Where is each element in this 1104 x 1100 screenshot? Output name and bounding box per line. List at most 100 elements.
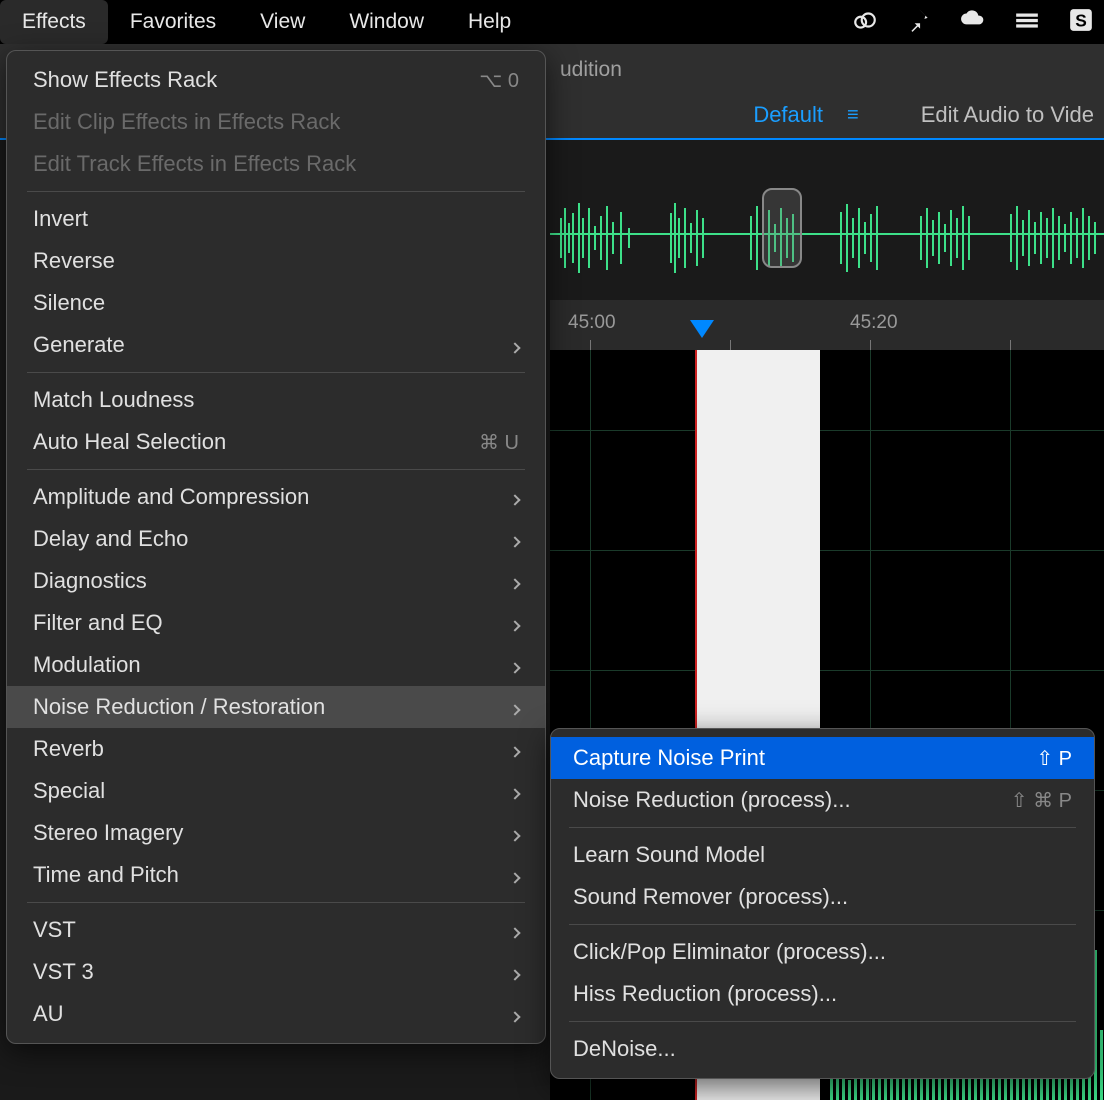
app-title: udition: [560, 58, 622, 82]
menu-effects[interactable]: Effects: [0, 0, 108, 44]
submenu-item-capture-noise-print[interactable]: Capture Noise Print ⇧ P: [551, 737, 1094, 779]
menu-item-label: Silence: [33, 290, 105, 316]
workspace-menu-icon[interactable]: ≡: [847, 110, 857, 120]
chevron-right-icon: [511, 610, 519, 636]
menubar: Effects Favorites View Window Help S: [0, 0, 1104, 44]
menu-item-label: Edit Track Effects in Effects Rack: [33, 151, 356, 177]
menu-item-diagnostics[interactable]: Diagnostics: [7, 560, 545, 602]
menu-item-label: Modulation: [33, 652, 141, 678]
menu-item-label: AU: [33, 1001, 64, 1027]
submenu-item-label: Capture Noise Print: [573, 745, 765, 771]
pin-icon[interactable]: [906, 7, 932, 38]
menu-item-special[interactable]: Special: [7, 770, 545, 812]
menu-item-label: Auto Heal Selection: [33, 429, 226, 455]
submenu-item-hiss-reduction-process-[interactable]: Hiss Reduction (process)...: [551, 973, 1094, 1015]
noise-reduction-submenu: Capture Noise Print ⇧ P Noise Reduction (p…: [550, 728, 1095, 1079]
ruler-label-0: 45:00: [568, 312, 616, 334]
creative-cloud-icon[interactable]: [852, 7, 878, 38]
menu-item-vst-3[interactable]: VST 3: [7, 951, 545, 993]
submenu-item-sound-remover-process-[interactable]: Sound Remover (process)...: [551, 876, 1094, 918]
menu-shortcut: ⌘ U: [479, 430, 519, 455]
chevron-right-icon: [511, 694, 519, 720]
menu-item-label: Delay and Echo: [33, 526, 188, 552]
chevron-right-icon: [511, 917, 519, 943]
menu-item-generate[interactable]: Generate: [7, 324, 545, 366]
chevron-right-icon: [511, 778, 519, 804]
menu-item-stereo-imagery[interactable]: Stereo Imagery: [7, 812, 545, 854]
menu-item-label: VST: [33, 917, 76, 943]
ruler-label-1: 45:20: [850, 312, 898, 334]
effects-dropdown: Show Effects Rack ⌥ 0 Edit Clip Effects in…: [6, 50, 546, 1044]
menu-item-filter-and-eq[interactable]: Filter and EQ: [7, 602, 545, 644]
menu-item-silence[interactable]: Silence: [7, 282, 545, 324]
menu-item-invert[interactable]: Invert: [7, 198, 545, 240]
menubar-tray-icons: S: [852, 7, 1104, 38]
menu-item-label: Noise Reduction / Restoration: [33, 694, 325, 720]
chevron-right-icon: [511, 332, 519, 358]
menu-item-modulation[interactable]: Modulation: [7, 644, 545, 686]
submenu-item-noise-reduction-process-[interactable]: Noise Reduction (process)... ⇧ ⌘ P: [551, 779, 1094, 821]
svg-text:S: S: [1075, 10, 1087, 30]
menu-item-reverse[interactable]: Reverse: [7, 240, 545, 282]
menu-item-amplitude-and-compression[interactable]: Amplitude and Compression: [7, 476, 545, 518]
chevron-right-icon: [511, 862, 519, 888]
menu-item-delay-and-echo[interactable]: Delay and Echo: [7, 518, 545, 560]
menu-item-edit-track-effects-in-effects-rack: Edit Track Effects in Effects Rack: [7, 143, 545, 185]
playhead-marker[interactable]: [690, 320, 714, 338]
chevron-right-icon: [511, 652, 519, 678]
submenu-item-label: Learn Sound Model: [573, 842, 765, 868]
menu-item-label: Show Effects Rack: [33, 67, 217, 93]
menu-item-label: Generate: [33, 332, 125, 358]
submenu-item-label: Sound Remover (process)...: [573, 884, 848, 910]
menu-item-noise-reduction-restoration[interactable]: Noise Reduction / Restoration: [7, 686, 545, 728]
submenu-item-label: DeNoise...: [573, 1036, 676, 1062]
menu-shortcut: ⌥ 0: [479, 68, 519, 93]
submenu-item-label: Noise Reduction (process)...: [573, 787, 851, 813]
menu-item-time-and-pitch[interactable]: Time and Pitch: [7, 854, 545, 896]
menu-item-label: Reverb: [33, 736, 104, 762]
menu-item-edit-clip-effects-in-effects-rack: Edit Clip Effects in Effects Rack: [7, 101, 545, 143]
menu-item-au[interactable]: AU: [7, 993, 545, 1035]
workspace-default-label[interactable]: Default: [753, 102, 823, 128]
menu-item-vst[interactable]: VST: [7, 909, 545, 951]
submenu-item-learn-sound-model[interactable]: Learn Sound Model: [551, 834, 1094, 876]
striped-icon[interactable]: [1014, 7, 1040, 38]
timeline-ruler[interactable]: 45:00 45:20: [550, 300, 1104, 350]
preview-playhead-region[interactable]: [762, 188, 802, 268]
menu-window[interactable]: Window: [327, 0, 446, 44]
submenu-item-label: Hiss Reduction (process)...: [573, 981, 837, 1007]
menu-item-label: Time and Pitch: [33, 862, 179, 888]
chevron-right-icon: [511, 568, 519, 594]
menu-item-label: Match Loudness: [33, 387, 194, 413]
chevron-right-icon: [511, 959, 519, 985]
menu-item-label: Special: [33, 778, 105, 804]
submenu-item-denoise-[interactable]: DeNoise...: [551, 1028, 1094, 1070]
menu-help[interactable]: Help: [446, 0, 533, 44]
chevron-right-icon: [511, 1001, 519, 1027]
cloud-icon[interactable]: [960, 7, 986, 38]
chevron-right-icon: [511, 526, 519, 552]
menu-item-label: Edit Clip Effects in Effects Rack: [33, 109, 340, 135]
waveform-preview[interactable]: [550, 188, 1104, 288]
menu-item-reverb[interactable]: Reverb: [7, 728, 545, 770]
menu-item-label: Reverse: [33, 248, 115, 274]
submenu-shortcut: ⇧ ⌘ P: [1011, 788, 1072, 813]
menu-item-label: Diagnostics: [33, 568, 147, 594]
menu-item-match-loudness[interactable]: Match Loudness: [7, 379, 545, 421]
menu-item-label: Stereo Imagery: [33, 820, 183, 846]
menu-view[interactable]: View: [238, 0, 327, 44]
workspace-edit-audio[interactable]: Edit Audio to Vide: [921, 102, 1094, 128]
menu-item-label: Amplitude and Compression: [33, 484, 309, 510]
menu-item-label: VST 3: [33, 959, 94, 985]
menu-item-auto-heal-selection[interactable]: Auto Heal Selection ⌘ U: [7, 421, 545, 463]
menu-favorites[interactable]: Favorites: [108, 0, 238, 44]
s-badge-icon[interactable]: S: [1068, 7, 1094, 38]
submenu-item-click-pop-eliminator-process-[interactable]: Click/Pop Eliminator (process)...: [551, 931, 1094, 973]
menu-item-label: Filter and EQ: [33, 610, 163, 636]
submenu-shortcut: ⇧ P: [1036, 746, 1072, 771]
chevron-right-icon: [511, 736, 519, 762]
chevron-right-icon: [511, 820, 519, 846]
submenu-item-label: Click/Pop Eliminator (process)...: [573, 939, 886, 965]
menu-item-label: Invert: [33, 206, 88, 232]
menu-item-show-effects-rack[interactable]: Show Effects Rack ⌥ 0: [7, 59, 545, 101]
